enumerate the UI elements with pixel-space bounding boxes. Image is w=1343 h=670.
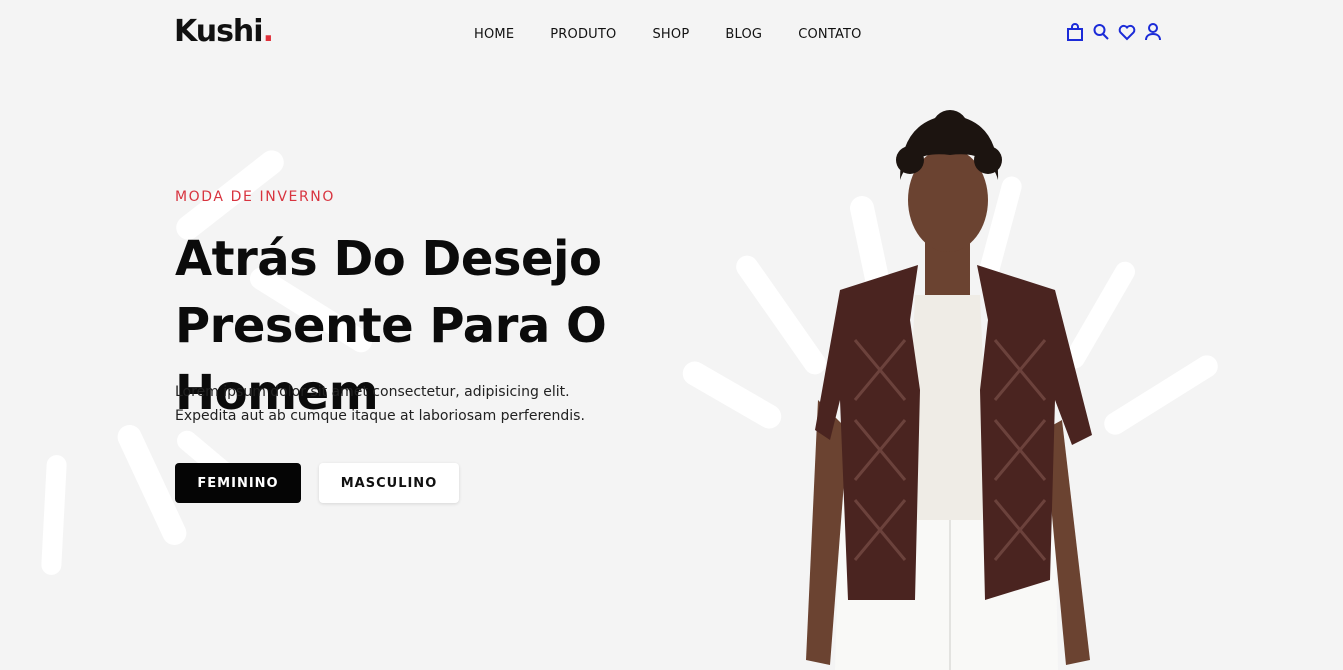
bag-icon[interactable] [1066, 22, 1084, 44]
nav-home[interactable]: HOME [474, 27, 514, 42]
search-icon[interactable] [1092, 22, 1110, 44]
nav-produto[interactable]: PRODUTO [550, 27, 616, 42]
user-icon[interactable] [1144, 22, 1162, 44]
logo-text: Kushi [174, 14, 264, 49]
nav-shop[interactable]: SHOP [652, 27, 689, 42]
description-line-1: Lorem ipsum dolor sit amet consectetur, … [175, 384, 570, 400]
site-header: Kushi. HOME PRODUTO SHOP BLOG CONTATO [0, 0, 1343, 70]
feminino-button[interactable]: FEMININO [175, 463, 301, 503]
hero-eyebrow: MODA DE INVERNO [175, 189, 335, 205]
logo[interactable]: Kushi. [174, 14, 274, 49]
description-line-2: Expedita aut ab cumque itaque at laborio… [175, 408, 585, 424]
logo-dot: . [262, 14, 274, 49]
model-image [800, 100, 1110, 670]
header-icons [1066, 22, 1162, 44]
nav-blog[interactable]: BLOG [725, 27, 762, 42]
masculino-button[interactable]: MASCULINO [319, 463, 459, 503]
hero-description: Lorem ipsum dolor sit amet consectetur, … [175, 380, 635, 428]
heart-icon[interactable] [1118, 22, 1136, 44]
headline-line-1: Atrás Do Desejo [175, 231, 602, 287]
nav-contato[interactable]: CONTATO [798, 27, 861, 42]
main-nav: HOME PRODUTO SHOP BLOG CONTATO [474, 27, 898, 42]
